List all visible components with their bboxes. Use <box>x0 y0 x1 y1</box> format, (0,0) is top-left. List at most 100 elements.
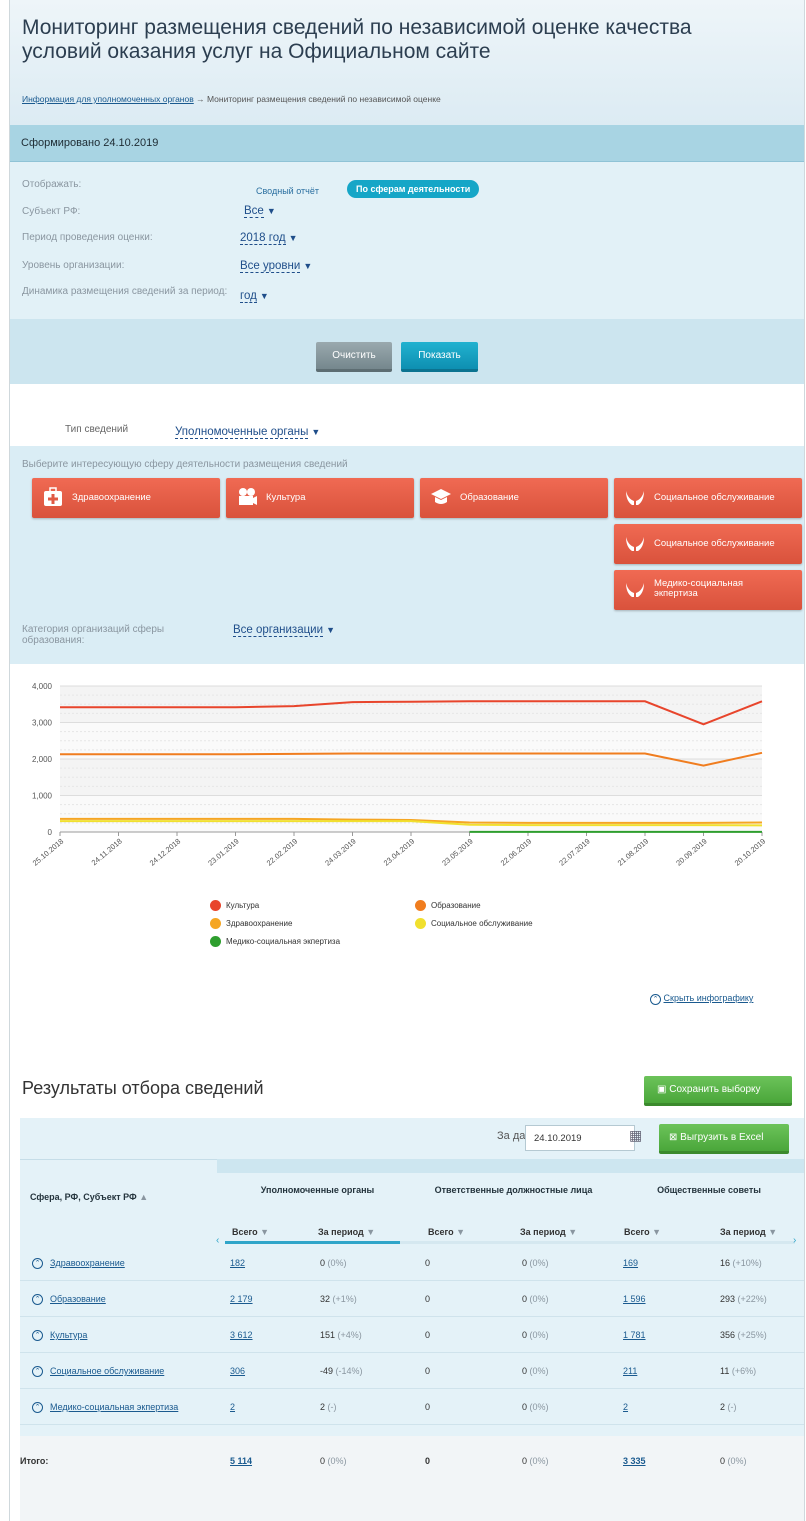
col-header-period-2[interactable]: За период ▼ <box>520 1227 577 1237</box>
legend-dot <box>415 918 426 929</box>
legend-dot <box>210 918 221 929</box>
expand-row-icon[interactable]: ⌃ <box>32 1294 43 1305</box>
expand-row-icon[interactable]: ⌃ <box>32 1330 43 1341</box>
row-authorities-total[interactable]: 2 <box>230 1402 235 1412</box>
period-label: Период проведения оценки: <box>22 232 153 243</box>
row-councils-total[interactable]: 169 <box>623 1258 638 1268</box>
row-councils-period: 11 (+6%) <box>720 1366 757 1376</box>
chevron-down-icon: ▼ <box>288 233 298 243</box>
row-authorities-total[interactable]: 3 612 <box>230 1330 253 1340</box>
col-header-total-1[interactable]: Всего ▼ <box>232 1227 269 1237</box>
info-type-label: Тип сведений <box>65 424 129 435</box>
x-tick-label: 24.03.2019 <box>323 837 358 868</box>
row-officials-period: 0 (0%) <box>522 1402 549 1412</box>
col-header-period-3[interactable]: За период ▼ <box>720 1227 777 1237</box>
col-header-period-1[interactable]: За период ▼ <box>318 1227 375 1237</box>
graduation-cap-icon <box>430 487 452 507</box>
row-sphere-link[interactable]: Образование <box>50 1294 106 1304</box>
x-tick-label: 24.12.2018 <box>148 837 183 868</box>
breadcrumb-link-authorities[interactable]: Информация для уполномоченных органов <box>22 94 194 104</box>
results-table: За дату: 24.10.2019 ▦ ⊠ Выгрузить в Exce… <box>20 1118 804 1521</box>
row-sphere-link[interactable]: Социальное обслуживание <box>50 1366 164 1376</box>
row-councils-period: 356 (+25%) <box>720 1330 767 1340</box>
show-button[interactable]: Показать <box>401 342 478 372</box>
col-group-councils: Общественные советы <box>657 1185 761 1195</box>
dynamics-select[interactable]: год ▼ <box>240 290 269 303</box>
col-header-total-3[interactable]: Всего ▼ <box>624 1227 661 1237</box>
row-officials-total: 0 <box>425 1294 431 1304</box>
scroll-left-icon[interactable]: ‹ <box>216 1235 219 1246</box>
row-authorities-total[interactable]: 2 179 <box>230 1294 253 1304</box>
clear-button[interactable]: Очистить <box>316 342 392 372</box>
horizontal-scrollbar[interactable] <box>225 1241 795 1244</box>
col-header-sphere[interactable]: Сфера, РФ, Субъект РФ ▲ <box>30 1192 150 1202</box>
row-sphere-link[interactable]: Здравоохранение <box>50 1258 125 1268</box>
subject-label: Субъект РФ: <box>22 206 81 217</box>
row-officials-total: 0 <box>425 1258 431 1268</box>
x-tick-label: 21.08.2019 <box>616 837 651 868</box>
x-tick-label: 20.10.2019 <box>733 837 768 868</box>
legend-item[interactable]: Культура <box>210 900 259 911</box>
display-label: Отображать: <box>22 179 82 190</box>
row-divider <box>20 1424 804 1425</box>
row-councils-period: 2 (-) <box>720 1402 737 1412</box>
legend-item[interactable]: Социальное обслуживание <box>415 918 533 929</box>
row-councils-total[interactable]: 1 781 <box>623 1330 646 1340</box>
row-authorities-total[interactable]: 306 <box>230 1366 245 1376</box>
dynamics-label: Динамика размещения сведений за период: <box>22 286 228 297</box>
y-tick-label: 4,000 <box>32 682 53 691</box>
row-councils-total[interactable]: 211 <box>623 1366 637 1376</box>
expand-row-icon[interactable]: ⌃ <box>32 1258 43 1269</box>
row-authorities-period: -49 (-14%) <box>320 1366 363 1376</box>
expand-row-icon[interactable]: ⌃ <box>32 1402 43 1413</box>
y-tick-label: 2,000 <box>32 755 53 764</box>
save-selection-button[interactable]: ▣ Сохранить выборку <box>644 1076 792 1106</box>
calendar-icon[interactable]: ▦ <box>629 1127 642 1144</box>
x-tick-label: 22.02.2019 <box>265 837 300 868</box>
date-input[interactable]: 24.10.2019 <box>525 1125 635 1151</box>
film-camera-icon <box>236 487 258 507</box>
sphere-card-medsocial[interactable]: Медико-социальная экпертиза <box>614 570 802 610</box>
breadcrumb: Информация для уполномоченных органов → … <box>22 94 441 104</box>
subject-select[interactable]: Все ▼ <box>244 205 276 218</box>
legend-dot <box>210 936 221 947</box>
info-type-select[interactable]: Уполномоченные органы ▼ <box>175 426 320 439</box>
legend-item[interactable]: Образование <box>415 900 481 911</box>
row-councils-period: 293 (+22%) <box>720 1294 767 1304</box>
level-label: Уровень организации: <box>22 260 125 271</box>
row-authorities-period: 32 (+1%) <box>320 1294 357 1304</box>
row-authorities-period: 151 (+4%) <box>320 1330 362 1340</box>
level-select[interactable]: Все уровни ▼ <box>240 260 312 273</box>
row-authorities-total[interactable]: 182 <box>230 1258 245 1268</box>
period-select[interactable]: 2018 год ▼ <box>240 232 298 245</box>
export-excel-button[interactable]: ⊠ Выгрузить в Excel <box>659 1124 789 1154</box>
expand-row-icon[interactable]: ⌃ <box>32 1366 43 1377</box>
summary-report-option[interactable]: Сводный отчёт <box>256 186 319 196</box>
col-header-total-2[interactable]: Всего ▼ <box>428 1227 465 1237</box>
results-title: Результаты отбора сведений <box>22 1078 264 1098</box>
sphere-card-culture[interactable]: Культура <box>226 478 414 518</box>
legend-dot <box>415 900 426 911</box>
scroll-right-icon[interactable]: › <box>793 1235 796 1246</box>
row-sphere-link[interactable]: Культура <box>50 1330 87 1340</box>
by-sphere-option[interactable]: По сферам деятельности <box>347 180 480 198</box>
row-divider <box>20 1352 804 1353</box>
x-tick-label: 22.07.2019 <box>557 837 592 868</box>
sphere-card-health[interactable]: Здравоохранение <box>32 478 220 518</box>
scrollbar-thumb <box>225 1241 400 1244</box>
row-councils-total[interactable]: 2 <box>623 1402 628 1412</box>
row-officials-total: 0 <box>425 1330 431 1340</box>
total-authorities[interactable]: 5 114 <box>230 1456 252 1466</box>
category-select[interactable]: Все организации ▼ <box>233 624 335 637</box>
legend-item[interactable]: Медико-социальная экпертиза <box>210 936 340 947</box>
row-sphere-link[interactable]: Медико-социальная экпертиза <box>50 1402 178 1412</box>
sphere-card-education[interactable]: Образование <box>420 478 608 518</box>
hide-infographic-toggle[interactable]: ⌃ Скрыть инфографику <box>650 993 753 1005</box>
page-title: Мониторинг размещения сведений по незави… <box>22 16 692 63</box>
chevron-down-icon: ▼ <box>259 291 269 301</box>
sphere-card-social-2[interactable]: Социальное обслуживание <box>614 524 802 564</box>
row-councils-total[interactable]: 1 596 <box>623 1294 646 1304</box>
legend-item[interactable]: Здравоохранение <box>210 918 292 929</box>
total-councils[interactable]: 3 335 <box>623 1456 646 1466</box>
sphere-card-social-1[interactable]: Социальное обслуживание <box>614 478 802 518</box>
